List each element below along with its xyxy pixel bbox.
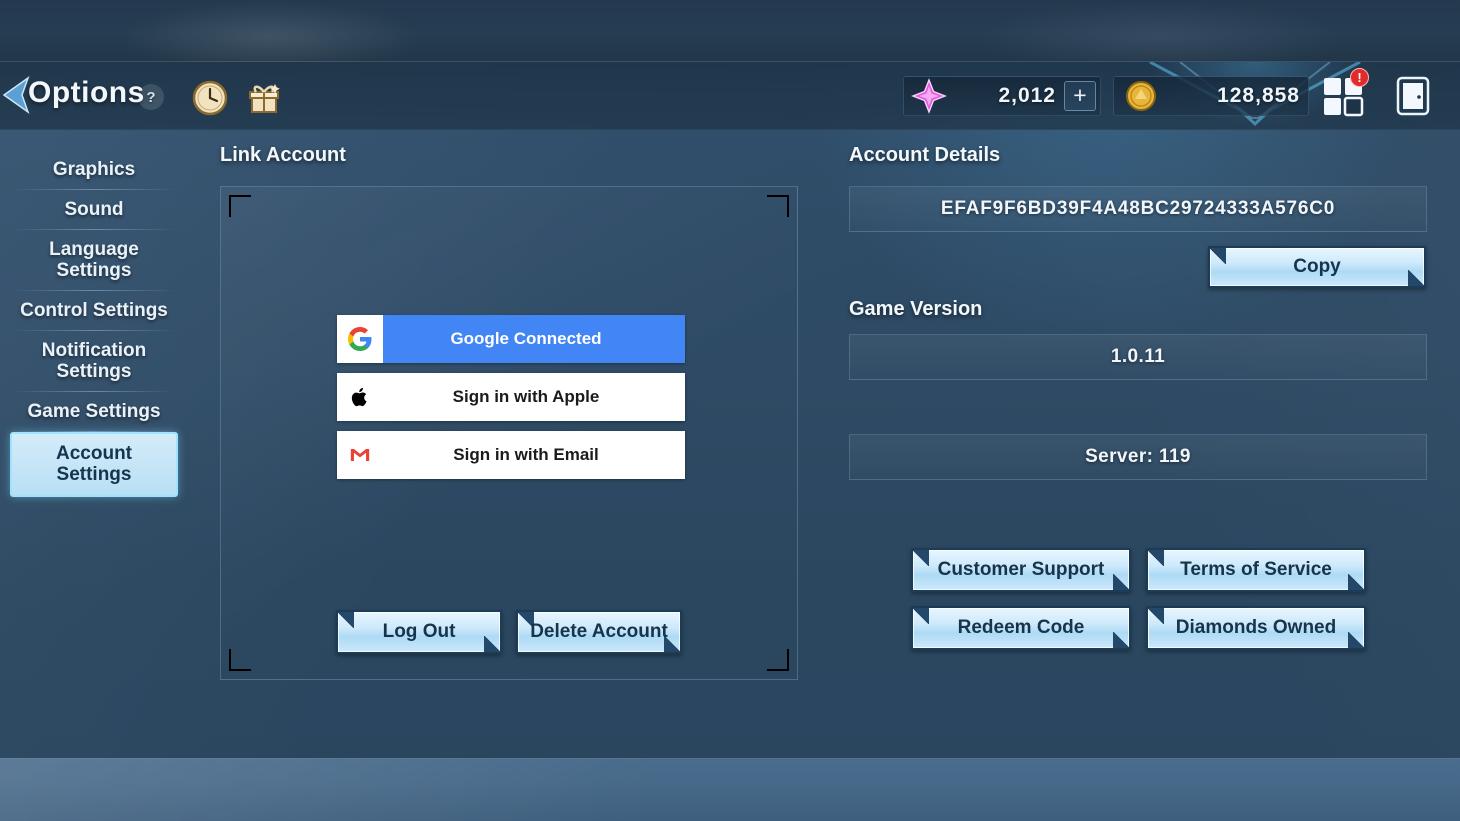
sidebar-item-graphics[interactable]: Graphics bbox=[12, 150, 176, 190]
copy-button[interactable]: Copy bbox=[1208, 246, 1426, 288]
sidebar-item-account-settings[interactable]: Account Settings bbox=[10, 432, 178, 497]
bottom-bar bbox=[0, 758, 1460, 821]
sidebar-item-game-settings[interactable]: Game Settings bbox=[12, 392, 176, 432]
sidebar-item-notification-settings[interactable]: Notification Settings bbox=[12, 331, 176, 392]
delete-account-label: Delete Account bbox=[530, 621, 668, 643]
sidebar-item-label: Control Settings bbox=[20, 300, 168, 321]
terms-of-service-button[interactable]: Terms of Service bbox=[1146, 548, 1366, 592]
gold-coin-icon bbox=[1124, 79, 1158, 113]
help-badge[interactable]: ? bbox=[138, 84, 164, 110]
sidebar-item-sound[interactable]: Sound bbox=[12, 190, 176, 230]
customer-support-label: Customer Support bbox=[938, 559, 1105, 581]
sidebar-item-label: Sound bbox=[64, 199, 123, 220]
redeem-code-label: Redeem Code bbox=[958, 617, 1085, 639]
server-field: Server: 119 bbox=[849, 434, 1427, 480]
redeem-code-button[interactable]: Redeem Code bbox=[911, 606, 1131, 650]
gem-currency-box[interactable]: 2,012 + bbox=[903, 76, 1101, 116]
exit-door-icon[interactable] bbox=[1392, 74, 1434, 118]
apple-button-label: Sign in with Apple bbox=[383, 387, 685, 407]
sidebar-item-label: Notification Settings bbox=[42, 340, 147, 382]
notification-badge: ! bbox=[1350, 68, 1369, 87]
terms-of-service-label: Terms of Service bbox=[1180, 559, 1332, 581]
sidebar-item-language-settings[interactable]: Language Settings bbox=[12, 230, 176, 291]
gmail-m-icon bbox=[337, 431, 383, 479]
email-button-label: Sign in with Email bbox=[383, 445, 685, 465]
game-settings-screen: Options ? 2,012 + bbox=[0, 0, 1460, 821]
page-title: Options bbox=[28, 76, 145, 110]
customer-support-button[interactable]: Customer Support bbox=[911, 548, 1131, 592]
coin-amount: 128,858 bbox=[1158, 84, 1308, 108]
coin-currency-box[interactable]: 128,858 bbox=[1113, 76, 1309, 116]
link-account-title: Link Account bbox=[220, 144, 346, 167]
corner-bracket-top-right bbox=[767, 195, 789, 217]
google-g-icon bbox=[337, 315, 383, 363]
link-account-panel: Google Connected Sign in with Apple Sign… bbox=[220, 186, 798, 680]
diamond-gem-icon bbox=[910, 77, 948, 115]
top-strip-highlight-left bbox=[120, 0, 420, 62]
gem-amount: 2,012 bbox=[948, 84, 1064, 108]
copy-label: Copy bbox=[1293, 256, 1341, 278]
diamonds-owned-button[interactable]: Diamonds Owned bbox=[1146, 606, 1366, 650]
top-dark-strip bbox=[0, 0, 1460, 62]
sidebar-item-label: Language Settings bbox=[49, 239, 139, 281]
corner-bracket-bottom-right bbox=[767, 649, 789, 671]
log-out-button[interactable]: Log Out bbox=[336, 610, 502, 654]
game-version-field: 1.0.11 bbox=[849, 334, 1427, 380]
email-signin-button[interactable]: Sign in with Email bbox=[337, 431, 685, 479]
game-version-title: Game Version bbox=[849, 298, 982, 321]
diamonds-owned-label: Diamonds Owned bbox=[1176, 617, 1336, 639]
sidebar-item-label: Account Settings bbox=[56, 443, 132, 485]
account-id-field: EFAF9F6BD39F4A48BC29724333A576C0 bbox=[849, 186, 1427, 232]
top-strip-highlight-right bbox=[980, 0, 1340, 62]
corner-bracket-bottom-left bbox=[229, 649, 251, 671]
settings-sidebar: Graphics Sound Language Settings Control… bbox=[0, 150, 188, 497]
clock-icon[interactable] bbox=[190, 78, 230, 118]
add-gems-button[interactable]: + bbox=[1064, 81, 1096, 111]
google-button-label: Google Connected bbox=[383, 329, 685, 349]
log-out-label: Log Out bbox=[383, 621, 456, 643]
delete-account-button[interactable]: Delete Account bbox=[516, 610, 682, 654]
sidebar-item-control-settings[interactable]: Control Settings bbox=[12, 291, 176, 331]
account-details-title: Account Details bbox=[849, 144, 1000, 167]
corner-bracket-top-left bbox=[229, 195, 251, 217]
apple-logo-icon bbox=[337, 373, 383, 421]
sidebar-item-label: Graphics bbox=[53, 159, 135, 180]
google-connected-button[interactable]: Google Connected bbox=[337, 315, 685, 363]
sidebar-item-label: Game Settings bbox=[27, 401, 160, 422]
gift-icon[interactable] bbox=[244, 78, 284, 118]
apple-signin-button[interactable]: Sign in with Apple bbox=[337, 373, 685, 421]
